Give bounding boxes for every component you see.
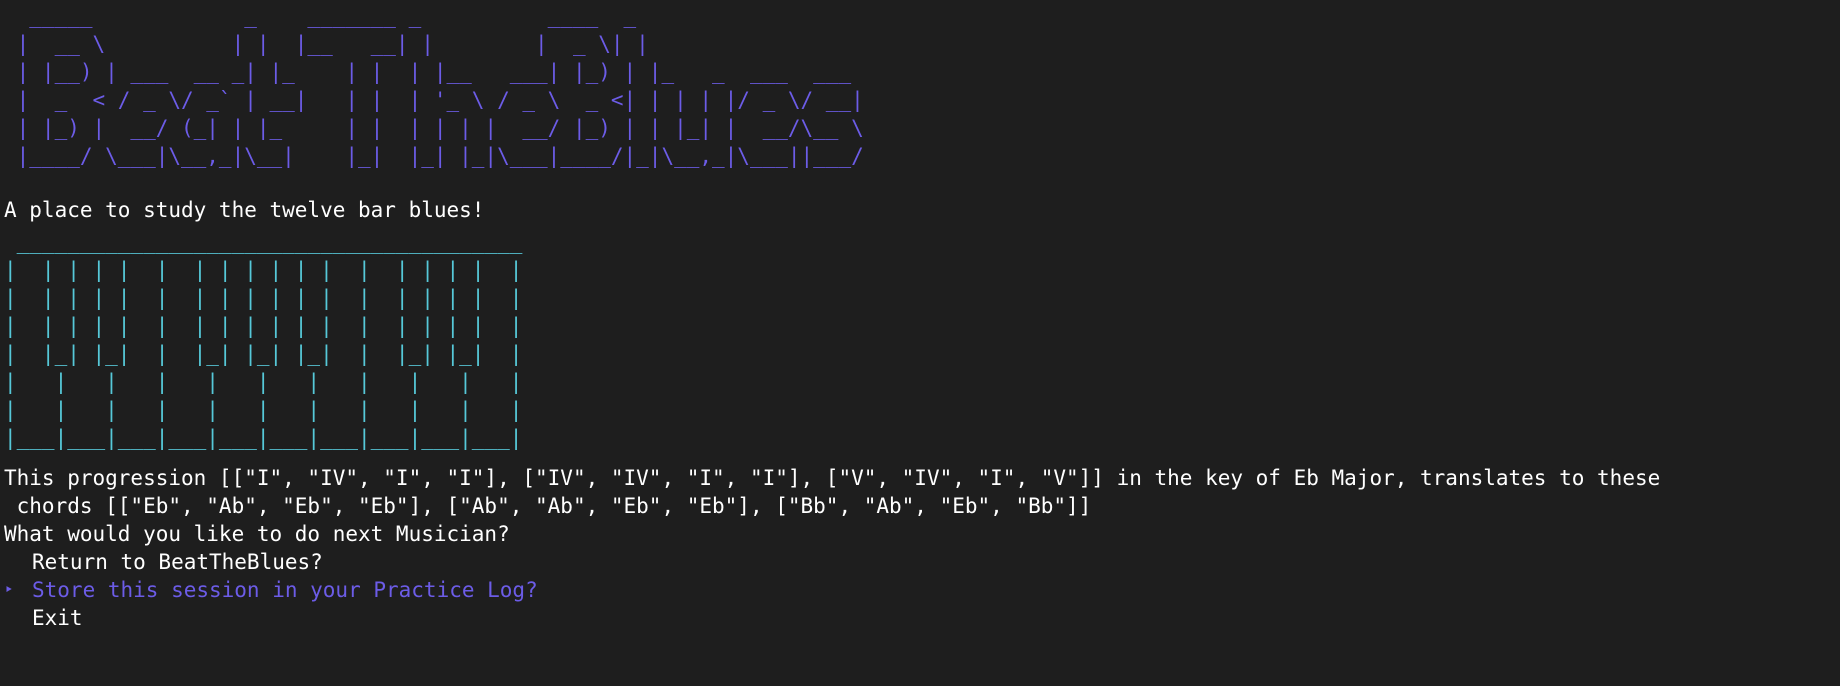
menu-pointer-spacer [4,604,32,632]
progression-line-2: chords [["Eb", "Ab", "Eb", "Eb"], ["Ab",… [4,494,1092,518]
progression-line-1: This progression [["I", "IV", "I", "I"],… [4,466,1661,490]
menu-item-store-session[interactable]: ‣ Store this session in your Practice Lo… [4,576,1840,604]
menu-item-return[interactable]: Return to BeatTheBlues? [4,548,1840,576]
menu-item-label: Return to BeatTheBlues? [32,550,323,574]
menu-item-label: Exit [32,606,83,630]
menu-pointer-spacer [4,548,32,576]
ascii-piano-keyboard: ________________________________________… [4,230,523,450]
tagline: A place to study the twelve bar blues! [4,198,485,222]
menu-list: Return to BeatTheBlues? ‣ Store this ses… [4,548,1840,632]
menu-item-label: Store this session in your Practice Log? [32,578,538,602]
selection-pointer-icon: ‣ [4,580,14,599]
ascii-banner-logo: _____ _ _______ _ ____ _ | __ \ | | |__ … [16,4,864,168]
terminal-window: _____ _ _______ _ ____ _ | __ \ | | |__ … [0,0,1840,686]
menu-item-exit[interactable]: Exit [4,604,1840,632]
menu-prompt: What would you like to do next Musician? [4,522,510,546]
